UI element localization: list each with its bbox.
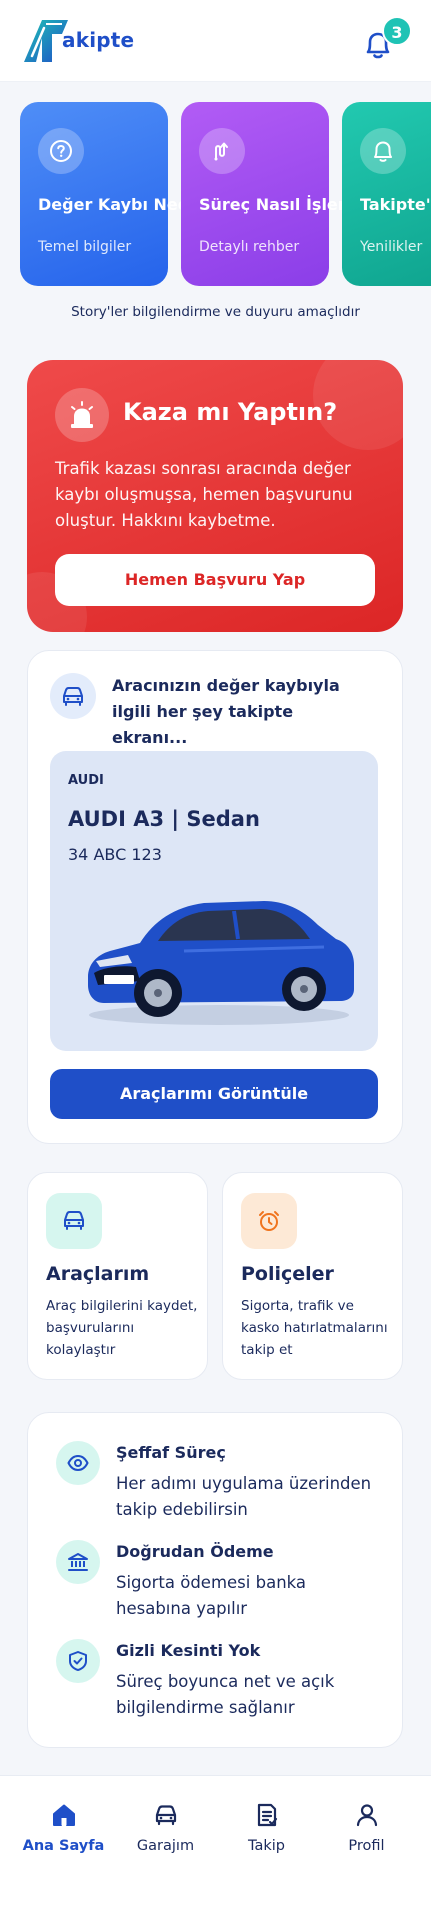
story-title: Süreç Nasıl İşler? — [199, 195, 355, 214]
route-icon — [199, 128, 245, 174]
feature-title: Poliçeler — [241, 1263, 334, 1285]
stories-note: Story'ler bilgilendirme ve duyuru amaçlı… — [71, 304, 360, 320]
story-card-announcements[interactable]: Takipte'den Duyurular Yenilikler — [342, 102, 431, 286]
story-subtitle: Yenilikler — [360, 239, 423, 255]
document-icon — [257, 1803, 277, 1827]
tab-label: Garajım — [136, 1838, 195, 1854]
policies-card[interactable]: Poliçeler Sigorta, trafik ve kasko hatır… — [222, 1172, 403, 1380]
trust-title: Doğrudan Ödeme — [116, 1542, 274, 1561]
story-subtitle: Temel bilgiler — [38, 239, 132, 255]
garage-intro-text: Aracınızın değer kaybıyla ilgili her şey… — [112, 676, 340, 747]
bank-icon — [56, 1540, 100, 1584]
feature-description: Sigorta, trafik ve kasko hatırlatmaların… — [241, 1298, 388, 1358]
garage-card: Aracınızın değer kaybıyla ilgili her şey… — [27, 650, 403, 1144]
vehicle-plate: 34 ABC 123 — [68, 845, 162, 864]
car-icon — [155, 1805, 176, 1826]
trust-item-direct-payment: Doğrudan Ödeme Sigorta ödemesi banka hes… — [56, 1540, 386, 1630]
tab-label: Profil — [348, 1838, 385, 1854]
stories-carousel[interactable]: Değer Kaybı Nedir? Temel bilgiler Süreç … — [0, 102, 431, 288]
trust-item-transparent-process: Şeffaf Süreç Her adımı uygulama üzerinde… — [56, 1441, 386, 1531]
apply-now-button[interactable]: Hemen Başvuru Yap — [55, 554, 375, 606]
vehicle-model: AUDI A3 | Sedan — [68, 807, 260, 831]
my-vehicles-card[interactable]: Araçlarım Araç bilgilerini kaydet, başvu… — [27, 1172, 208, 1380]
user-icon — [356, 1804, 377, 1827]
shield-check-icon — [56, 1639, 100, 1683]
view-my-vehicles-button[interactable]: Araçlarımı Görüntüle — [50, 1069, 378, 1119]
alarm-clock-icon — [241, 1193, 297, 1249]
bell-icon — [360, 128, 406, 174]
app-header: akipte 3 — [0, 0, 431, 82]
vehicle-brand: AUDI — [68, 773, 104, 788]
question-icon — [38, 128, 84, 174]
vehicle-card[interactable]: AUDI AUDI A3 | Sedan 34 ABC 123 — [50, 751, 378, 1051]
home-icon — [52, 1804, 75, 1826]
trust-description: Sigorta ödemesi banka hesabına yapılır — [116, 1573, 307, 1618]
logo-text: akipte — [62, 28, 135, 52]
tab-label: Ana Sayfa — [22, 1838, 105, 1854]
trust-points-card: Şeffaf Süreç Her adımı uygulama üzerinde… — [27, 1412, 403, 1748]
trust-title: Gizli Kesinti Yok — [116, 1641, 261, 1660]
story-card-how-it-works[interactable]: Süreç Nasıl İşler? Detaylı rehber — [181, 102, 355, 286]
bottom-tab-bar: Ana Sayfa Garajım Takip Profil — [0, 1775, 431, 1915]
siren-icon — [55, 388, 109, 442]
car-image — [88, 901, 354, 1025]
car-icon — [50, 673, 96, 719]
story-title: Değer Kaybı Nedir? — [38, 195, 212, 214]
tab-garage[interactable]: Garajım — [112, 1802, 219, 1872]
story-card-what-is-depreciation[interactable]: Değer Kaybı Nedir? Temel bilgiler — [20, 102, 212, 286]
trust-title: Şeffaf Süreç — [116, 1443, 226, 1462]
feature-title: Araçlarım — [46, 1263, 150, 1285]
trust-description: Süreç boyunca net ve açık bilgilendirme … — [116, 1672, 335, 1717]
feature-description: Araç bilgilerini kaydet, başvurularını k… — [46, 1298, 198, 1358]
tab-label: Takip — [248, 1838, 285, 1854]
eye-icon — [56, 1441, 100, 1485]
tab-tracking[interactable]: Takip — [213, 1802, 320, 1872]
story-subtitle: Detaylı rehber — [199, 239, 300, 255]
car-icon — [46, 1193, 102, 1249]
accident-description: Trafik kazası sonrası aracında değer kay… — [55, 459, 353, 530]
accident-card: Kaza mı Yaptın? Trafik kazası sonrası ar… — [27, 360, 403, 632]
accident-title: Kaza mı Yaptın? — [123, 398, 338, 426]
story-title: Takipte'den Duyurular — [360, 195, 431, 214]
notification-count-badge: 3 — [382, 16, 412, 46]
trust-description: Her adımı uygulama üzerinden takip edebi… — [116, 1474, 372, 1519]
tab-home[interactable]: Ana Sayfa — [10, 1802, 117, 1872]
trust-item-no-hidden-fees: Gizli Kesinti Yok Süreç boyunca net ve a… — [56, 1639, 386, 1729]
tab-profile[interactable]: Profil — [313, 1802, 420, 1872]
